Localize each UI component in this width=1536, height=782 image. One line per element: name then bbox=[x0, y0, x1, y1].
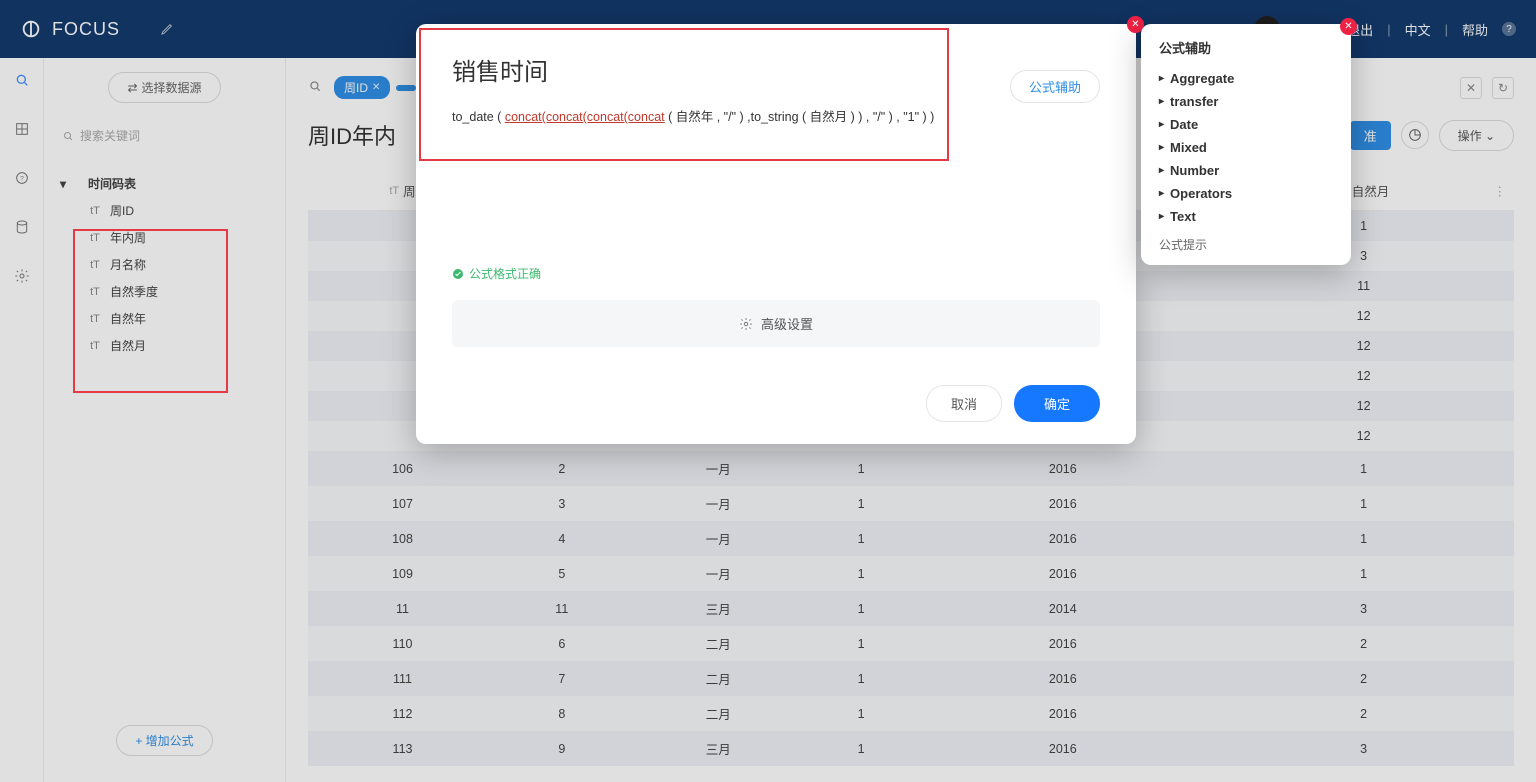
confirm-button[interactable]: 确定 bbox=[1014, 385, 1100, 422]
helper-category[interactable]: Date bbox=[1159, 113, 1333, 136]
helper-close-icon[interactable]: ✕ bbox=[1340, 18, 1357, 35]
helper-category[interactable]: Text bbox=[1159, 205, 1333, 228]
gear-icon bbox=[739, 317, 753, 331]
helper-category[interactable]: Operators bbox=[1159, 182, 1333, 205]
helper-title: 公式辅助 bbox=[1159, 38, 1333, 57]
cancel-button[interactable]: 取消 bbox=[926, 385, 1002, 422]
helper-hint: 公式提示 bbox=[1159, 236, 1333, 253]
helper-category[interactable]: Mixed bbox=[1159, 136, 1333, 159]
helper-category[interactable]: transfer bbox=[1159, 90, 1333, 113]
formula-valid-msg: 公式格式正确 bbox=[452, 265, 1100, 282]
formula-modal: ✕ 销售时间 公式辅助 to_date ( concat(concat(conc… bbox=[416, 24, 1136, 444]
helper-category[interactable]: Aggregate bbox=[1159, 67, 1333, 90]
formula-helper-button[interactable]: 公式辅助 bbox=[1010, 70, 1100, 103]
helper-category[interactable]: Number bbox=[1159, 159, 1333, 182]
advanced-settings-row[interactable]: 高级设置 bbox=[452, 300, 1100, 347]
formula-input[interactable]: to_date ( concat(concat(concat(concat ( … bbox=[452, 103, 1100, 263]
modal-title: 销售时间 bbox=[452, 52, 1100, 87]
helper-panel: ✕ 公式辅助 AggregatetransferDateMixedNumberO… bbox=[1141, 24, 1351, 265]
